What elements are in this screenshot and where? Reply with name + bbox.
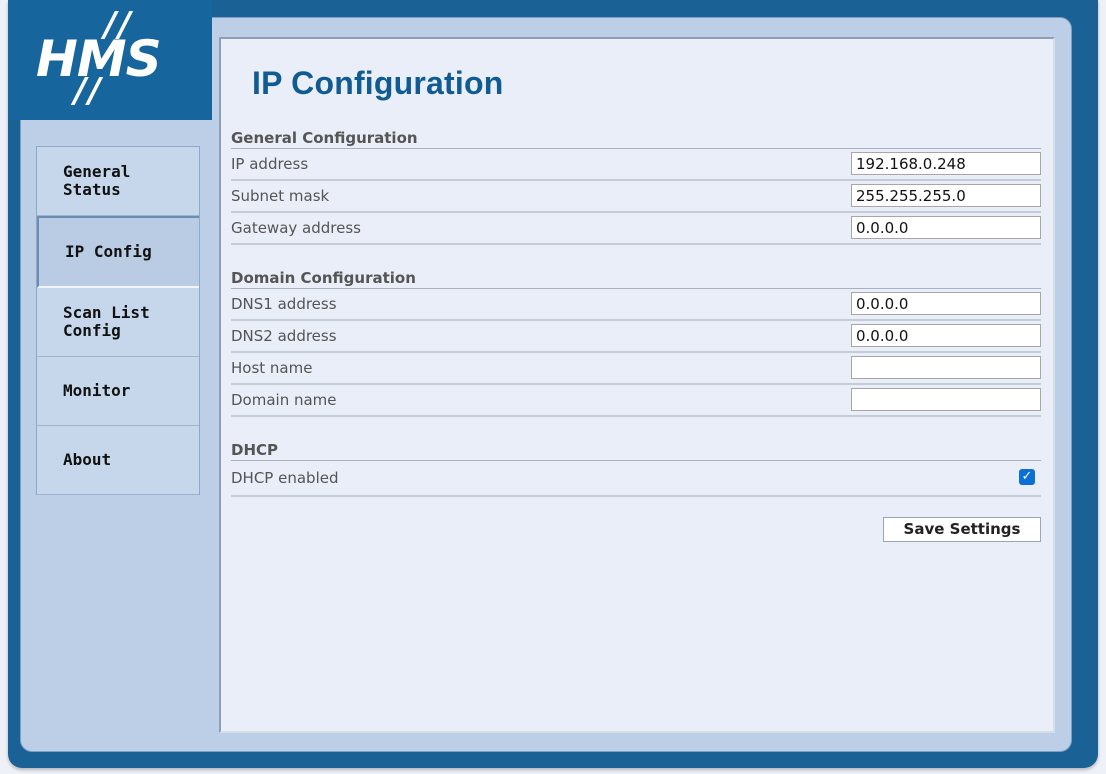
logo-area: // HMS // [8, 0, 212, 120]
sidebar-item-label: Monitor [63, 381, 131, 400]
sidebar-nav: General Status IP Config Scan List Confi… [36, 146, 200, 495]
section-domain-title: Domain Configuration [231, 269, 1041, 289]
section-general-title: General Configuration [231, 129, 1041, 149]
dhcp-enabled-label: DHCP enabled [231, 469, 339, 487]
ip-address-input[interactable]: 192.168.0.248 [851, 152, 1041, 175]
domain-name-input[interactable] [851, 388, 1041, 411]
sidebar-item-about[interactable]: About [37, 426, 199, 495]
ip-config-form: General Configuration IP address 192.168… [231, 129, 1041, 542]
save-settings-button[interactable]: Save Settings [883, 517, 1041, 542]
gateway-label: Gateway address [231, 219, 361, 237]
sidebar-item-label: General Status [63, 162, 131, 199]
sidebar-item-monitor[interactable]: Monitor [37, 357, 199, 426]
dns1-input[interactable]: 0.0.0.0 [851, 292, 1041, 315]
dns1-row: DNS1 address 0.0.0.0 [231, 289, 1041, 321]
logo-slashes-bottom: // [74, 71, 103, 111]
dhcp-row: DHCP enabled ✓ [231, 461, 1041, 497]
domain-name-row: Domain name [231, 385, 1041, 417]
ip-address-label: IP address [231, 155, 309, 173]
sidebar-item-label: Scan List Config [63, 303, 150, 340]
sidebar-item-ip-config[interactable]: IP Config [37, 216, 199, 288]
dns1-label: DNS1 address [231, 295, 337, 313]
host-name-input[interactable] [851, 356, 1041, 379]
dhcp-enabled-checkbox[interactable]: ✓ [1019, 469, 1035, 485]
page-title: IP Configuration [252, 65, 504, 101]
content-area: IP Configuration General Configuration I… [219, 37, 1055, 733]
sidebar-item-label: IP Config [65, 242, 152, 261]
sidebar-item-scan-list-config[interactable]: Scan List Config [37, 288, 199, 357]
dns2-input[interactable]: 0.0.0.0 [851, 324, 1041, 347]
section-dhcp-title: DHCP [231, 441, 1041, 461]
ip-address-row: IP address 192.168.0.248 [231, 149, 1041, 181]
domain-name-label: Domain name [231, 391, 337, 409]
sidebar-item-label: About [63, 450, 112, 469]
subnet-mask-label: Subnet mask [231, 187, 330, 205]
host-name-label: Host name [231, 359, 313, 377]
host-name-row: Host name [231, 353, 1041, 385]
subnet-mask-input[interactable]: 255.255.255.0 [851, 184, 1041, 207]
gateway-input[interactable]: 0.0.0.0 [851, 216, 1041, 239]
dns2-row: DNS2 address 0.0.0.0 [231, 321, 1041, 353]
subnet-mask-row: Subnet mask 255.255.255.0 [231, 181, 1041, 213]
dns2-label: DNS2 address [231, 327, 337, 345]
gateway-row: Gateway address 0.0.0.0 [231, 213, 1041, 245]
sidebar-item-general-status[interactable]: General Status [37, 147, 199, 216]
